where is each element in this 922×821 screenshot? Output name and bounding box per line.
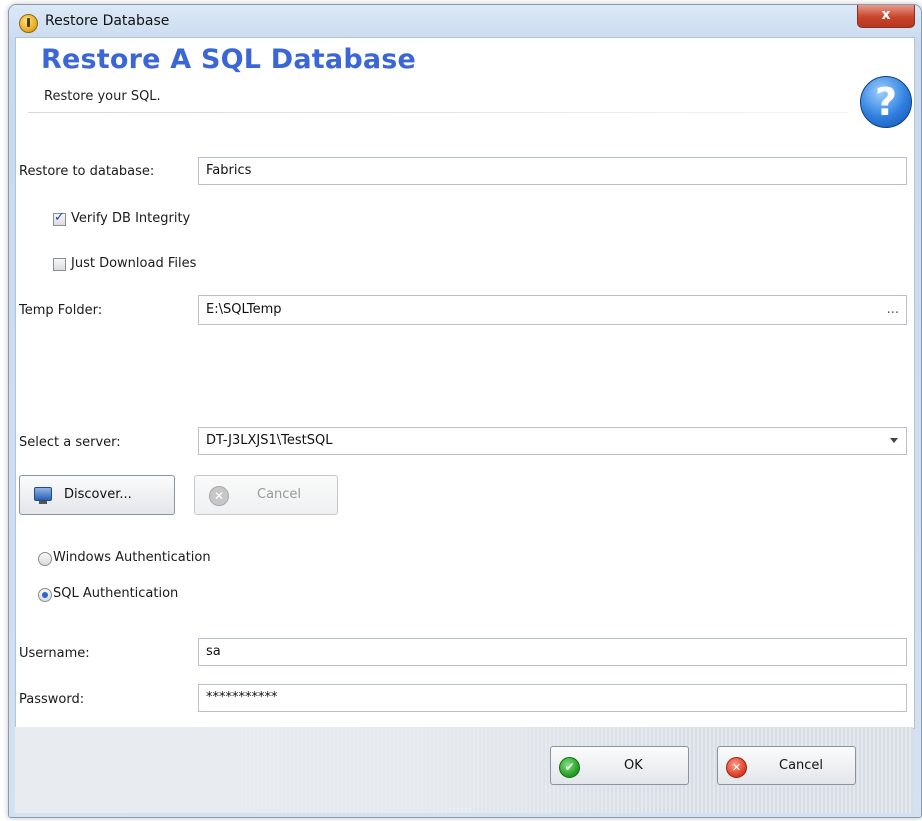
restore-to-label: Restore to database:: [19, 164, 155, 179]
close-button[interactable]: x: [857, 5, 915, 28]
temp-folder-input[interactable]: E:\SQLTemp ...: [198, 295, 907, 325]
password-input[interactable]: ***********: [198, 684, 907, 712]
server-select[interactable]: DT-J3LXJS1\TestSQL: [198, 427, 907, 455]
check-icon: ✔: [559, 757, 580, 778]
database-restore-icon: [19, 14, 38, 33]
verify-db-checkbox[interactable]: [53, 210, 66, 226]
restore-database-window: Restore Database x Restore A SQL Databas…: [8, 4, 922, 818]
username-label: Username:: [19, 646, 90, 661]
header-divider: [28, 112, 848, 113]
cancel-button[interactable]: ✕ Cancel: [717, 746, 856, 785]
just-download-checkbox[interactable]: [53, 258, 66, 271]
help-icon[interactable]: ?: [860, 76, 912, 128]
page-title: Restore A SQL Database: [41, 44, 417, 75]
cancel-icon: ✕: [726, 757, 747, 778]
temp-folder-value: E:\SQLTemp: [206, 302, 282, 317]
cancel-icon: ✕: [209, 486, 229, 506]
sql-auth-label[interactable]: SQL Authentication: [53, 586, 178, 601]
browse-folder-button[interactable]: ...: [887, 296, 899, 324]
server-select-value: DT-J3LXJS1\TestSQL: [206, 433, 333, 448]
monitor-icon: [34, 487, 52, 504]
discover-button-label: Discover...: [64, 487, 132, 502]
dialog-body: Restore A SQL Database Restore your SQL.…: [15, 37, 915, 729]
server-label: Select a server:: [19, 435, 121, 450]
discover-button[interactable]: Discover...: [19, 475, 175, 515]
ok-button-label: OK: [624, 758, 643, 773]
dialog-footer: ✔ OK ✕ Cancel: [15, 727, 913, 813]
temp-folder-label: Temp Folder:: [19, 303, 103, 318]
cancel-button-label: Cancel: [779, 758, 824, 773]
username-input[interactable]: sa: [198, 638, 907, 666]
just-download-label[interactable]: Just Download Files: [71, 256, 196, 271]
sql-auth-radio[interactable]: [38, 588, 52, 602]
verify-db-label[interactable]: Verify DB Integrity: [71, 211, 190, 226]
discover-cancel-button[interactable]: ✕ Cancel: [194, 475, 338, 515]
title-bar[interactable]: Restore Database x: [9, 5, 921, 37]
window-title: Restore Database: [45, 13, 170, 29]
password-label: Password:: [19, 692, 85, 707]
windows-auth-label[interactable]: Windows Authentication: [53, 550, 211, 565]
chevron-down-icon[interactable]: [890, 438, 898, 443]
ok-button[interactable]: ✔ OK: [550, 746, 689, 785]
restore-to-input[interactable]: Fabrics: [198, 157, 907, 185]
discover-cancel-label: Cancel: [257, 487, 302, 502]
windows-auth-radio[interactable]: [38, 552, 52, 566]
page-subtitle: Restore your SQL.: [44, 89, 161, 104]
